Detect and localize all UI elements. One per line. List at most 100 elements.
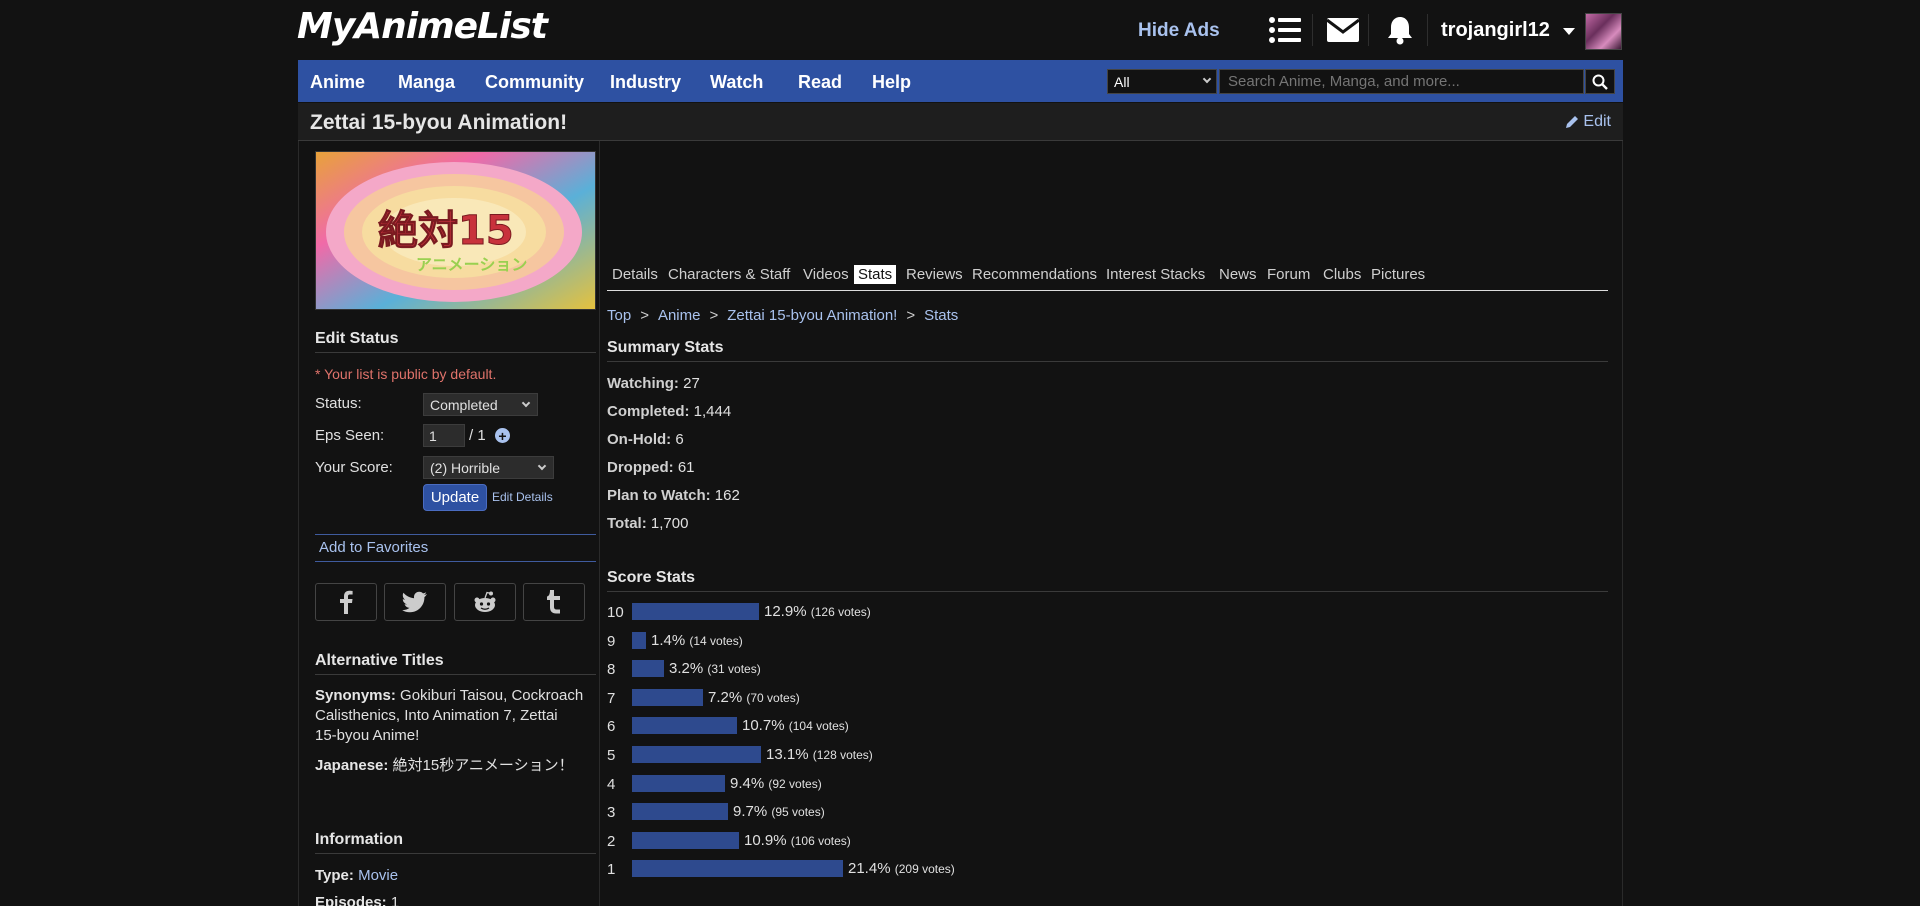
avatar[interactable] [1585,13,1622,50]
tab-news[interactable]: News [1219,266,1257,283]
tumblr-icon [547,590,560,614]
site-logo[interactable]: MyAnimeList [297,6,548,47]
score-percent: 9.7% (95 votes) [733,803,825,820]
edit-status-heading: Edit Status [315,330,399,347]
header-divider [1427,14,1428,46]
tab-clubs[interactable]: Clubs [1323,266,1361,283]
search-icon [1592,74,1608,90]
search-type-select[interactable]: All [1107,69,1217,94]
tab-forum[interactable]: Forum [1267,266,1310,283]
update-button[interactable]: Update [423,484,487,511]
percent-text: 10.7% [742,717,785,734]
caret-down-icon[interactable] [1563,28,1575,35]
list-icon[interactable] [1267,12,1303,48]
bell-icon[interactable] [1382,12,1418,48]
share-tumblr-button[interactable] [523,583,585,621]
tab-stats[interactable]: Stats [854,265,897,284]
increment-episode-button[interactable]: + [495,428,510,443]
share-twitter-button[interactable] [384,583,446,621]
synonyms-label: Synonyms: [315,687,396,704]
facebook-icon [340,590,353,614]
stat-value: 1,700 [650,515,689,532]
nav-read[interactable]: Read [798,72,842,93]
score-select[interactable]: (2) Horrible [423,456,554,479]
eps-seen-label: Eps Seen: [315,427,385,444]
pencil-icon [1566,116,1579,128]
percent-text: 1.4% [651,632,686,649]
stat-plan-to-watch: Plan to Watch: 162 [607,487,740,504]
search-button[interactable] [1585,69,1615,94]
chevron-down-icon [1202,74,1212,84]
tab-reviews[interactable]: Reviews [906,266,963,283]
search-type-value: All [1114,74,1130,90]
vote-count: (14 votes) [689,634,743,648]
score-number: 7 [607,690,616,707]
score-number: 3 [607,804,616,821]
edit-label: Edit [1583,113,1611,130]
breadcrumb-top[interactable]: Top [607,307,631,324]
section-rule [607,361,1608,362]
percent-text: 12.9% [764,603,807,620]
eps-seen-input[interactable]: 1 [423,424,465,447]
status-label: Status: [315,395,362,412]
mail-icon[interactable] [1325,12,1361,48]
score-number: 9 [607,633,616,650]
type-link[interactable]: Movie [358,867,398,884]
nav-anime[interactable]: Anime [310,72,365,93]
nav-manga[interactable]: Manga [398,72,455,93]
nav-industry[interactable]: Industry [610,72,681,93]
percent-text: 10.9% [744,832,787,849]
score-number: 2 [607,833,616,850]
score-bar [632,717,737,734]
vote-count: (104 votes) [788,719,849,733]
stat-label: Watching: [607,375,679,392]
breadcrumb-stats[interactable]: Stats [924,307,958,324]
section-rule [607,591,1608,592]
tab-details[interactable]: Details [612,266,658,283]
nav-watch[interactable]: Watch [710,72,763,93]
breadcrumb-anime[interactable]: Anime [658,307,701,324]
tab-interest-stacks[interactable]: Interest Stacks [1106,266,1205,283]
status-select[interactable]: Completed [423,393,538,416]
hide-ads-link[interactable]: Hide Ads [1138,20,1220,42]
information-heading: Information [315,831,403,848]
username-menu[interactable]: trojangirl12 [1441,19,1550,42]
search-input[interactable] [1219,69,1584,94]
add-to-favorites-link[interactable]: Add to Favorites [319,539,428,556]
tab-pictures[interactable]: Pictures [1371,266,1425,283]
section-rule [315,674,596,675]
score-bar [632,603,759,620]
japanese-label: Japanese: [315,757,389,774]
page-title: Zettai 15-byou Animation! [310,111,568,134]
tab-videos[interactable]: Videos [803,266,849,283]
tab-characters-staff[interactable]: Characters & Staff [668,266,790,283]
score-percent: 1.4% (14 votes) [651,632,743,649]
score-number: 10 [607,604,624,621]
episodes-value: 1 [390,894,400,906]
stat-label: Dropped: [607,459,674,476]
stat-label: On-Hold: [607,431,672,448]
share-reddit-button[interactable] [454,583,516,621]
share-facebook-button[interactable] [315,583,377,621]
synonyms-value-2: Calisthenics, Into Animation 7, Zettai [315,707,558,724]
score-percent: 10.9% (106 votes) [744,832,851,849]
nav-community[interactable]: Community [485,72,584,93]
vote-count: (95 votes) [771,805,825,819]
score-bar [632,632,646,649]
percent-text: 13.1% [766,746,809,763]
nav-help[interactable]: Help [872,72,911,93]
percent-text: 9.7% [733,803,768,820]
section-rule [315,352,596,353]
vote-count: (92 votes) [768,777,822,791]
tab-recommendations[interactable]: Recommendations [972,266,1097,283]
edit-details-link[interactable]: Edit Details [492,490,553,504]
favorites-rule [315,534,596,535]
cover-image[interactable]: 絶対15 アニメーション [315,151,596,310]
info-episodes: Episodes: 1 [315,893,399,906]
svg-text:アニメーション: アニメーション [416,255,527,274]
eps-total: / 1 [469,427,486,444]
breadcrumb-title[interactable]: Zettai 15-byou Animation! [727,307,897,324]
your-score-label: Your Score: [315,459,393,476]
vote-count: (31 votes) [707,662,761,676]
edit-link[interactable]: Edit [1565,113,1611,131]
